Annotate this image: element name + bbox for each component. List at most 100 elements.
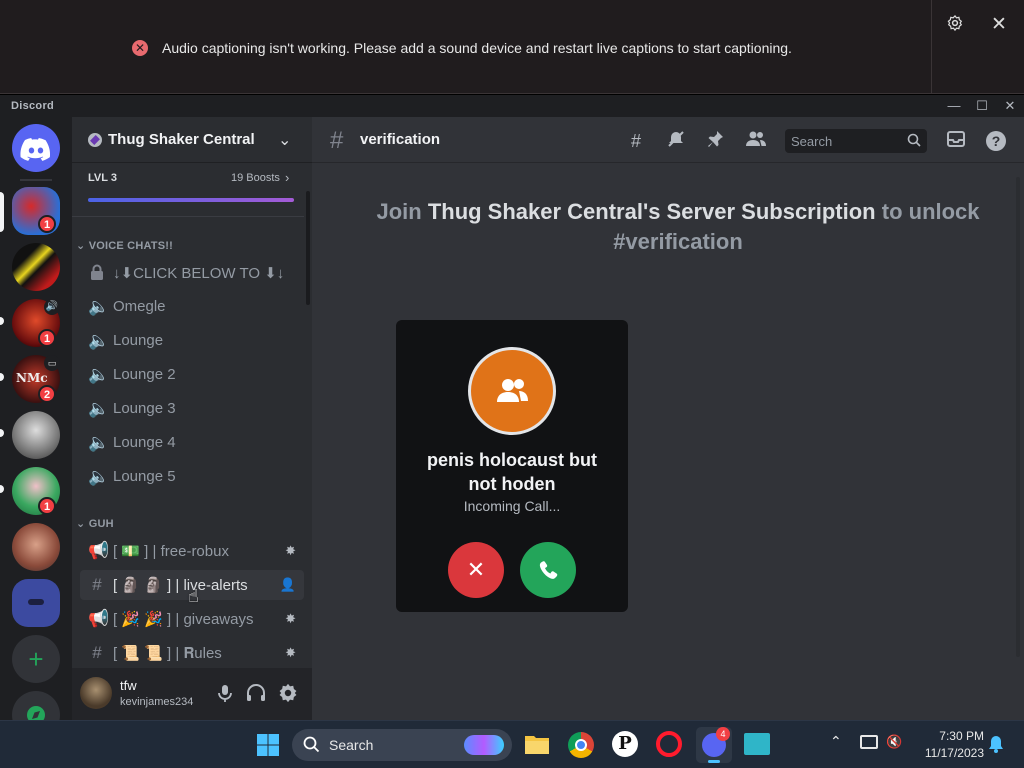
windows-taskbar: Search P 4 ⌃ 🔇 7:30 PM 11/17/2023 bbox=[0, 720, 1024, 768]
new-activity-icon: ✸ bbox=[285, 543, 296, 558]
close-window-button[interactable]: ✕ bbox=[996, 96, 1024, 116]
channel-label: | free-robux bbox=[152, 543, 229, 560]
lock-icon bbox=[88, 264, 106, 282]
display-icon[interactable] bbox=[860, 735, 878, 749]
microphone-icon[interactable] bbox=[214, 682, 236, 704]
chevron-down-icon: ⌄ bbox=[278, 132, 292, 149]
user-settings-gear-icon[interactable] bbox=[277, 682, 299, 704]
taskbar-search[interactable]: Search bbox=[292, 729, 512, 761]
speaker-icon: 🔈 bbox=[88, 331, 110, 350]
minimize-button[interactable]: — bbox=[940, 96, 968, 116]
headphones-icon[interactable] bbox=[245, 682, 267, 704]
caption-close-icon[interactable]: ✕ bbox=[991, 13, 1007, 36]
accept-call-button[interactable] bbox=[520, 542, 576, 598]
maximize-button[interactable]: ☐ bbox=[968, 96, 996, 116]
decline-call-button[interactable]: ✕ bbox=[448, 542, 504, 598]
clock-date[interactable]: 11/17/2023 bbox=[906, 746, 984, 760]
discord-badge: 4 bbox=[716, 727, 730, 741]
join-channel: #verification bbox=[613, 229, 743, 254]
hand-cursor-icon: ☝ bbox=[188, 586, 199, 606]
speaker-icon: 🔈 bbox=[88, 399, 110, 418]
boost-progress[interactable]: LVL 3 19 Boosts › bbox=[72, 163, 312, 217]
home-button[interactable] bbox=[12, 124, 60, 172]
add-server-button[interactable]: + bbox=[12, 635, 60, 683]
discord-taskbar-button[interactable]: 4 bbox=[696, 727, 732, 763]
volume-muted-icon[interactable]: 🔇 bbox=[886, 734, 902, 750]
rail-divider bbox=[20, 179, 52, 181]
channel-label: Lounge bbox=[113, 332, 164, 349]
channel-label: Lounge 4 bbox=[113, 434, 176, 451]
speaker-icon: 🔈 bbox=[88, 433, 110, 452]
server-icon-8[interactable] bbox=[12, 579, 60, 627]
screen-share-icon: ▭ bbox=[44, 355, 60, 371]
start-button[interactable] bbox=[256, 733, 280, 757]
voice-channel-lounge-2[interactable]: 🔈 Lounge 2 bbox=[80, 360, 304, 390]
channel-label-wrap: [ 📜 📜 ] | 𝐑ules bbox=[113, 644, 222, 662]
server-icon-2[interactable] bbox=[12, 243, 60, 291]
threads-icon[interactable]: # bbox=[624, 129, 648, 153]
main-scrollbar-track[interactable] bbox=[1016, 177, 1020, 657]
server-header[interactable]: Thug Shaker Central ⌄ bbox=[72, 117, 312, 163]
windows-logo-icon bbox=[257, 734, 279, 756]
channel-prefix: [ 🎉 🎉 ] bbox=[113, 611, 172, 628]
running-indicator bbox=[708, 760, 720, 763]
server-icon-7[interactable] bbox=[12, 523, 60, 571]
voice-channel-lounge-3[interactable]: 🔈 Lounge 3 bbox=[80, 394, 304, 424]
speaker-icon: 🔊 bbox=[44, 299, 60, 315]
voice-channel-omegle[interactable]: 🔈 Omegle bbox=[80, 292, 304, 322]
close-icon: ✕ bbox=[466, 557, 486, 582]
channel-click-below[interactable]: ↓⬇CLICK BELOW TO ⬇↓ bbox=[80, 258, 304, 288]
voice-channel-lounge[interactable]: 🔈 Lounge bbox=[80, 326, 304, 356]
member-list-icon[interactable] bbox=[744, 129, 768, 153]
notification-mute-icon[interactable] bbox=[664, 129, 688, 153]
pin-icon[interactable] bbox=[703, 129, 727, 153]
voice-channel-lounge-5[interactable]: 🔈 Lounge 5 bbox=[80, 462, 304, 492]
channel-giveaways[interactable]: 📢 [ 🎉 🎉 ] | giveaways ✸ bbox=[80, 604, 304, 634]
channel-free-robux[interactable]: 📢 [ 💵 ] | free-robux ✸ bbox=[80, 536, 304, 566]
avatar[interactable] bbox=[80, 677, 112, 709]
inbox-icon[interactable] bbox=[944, 129, 968, 153]
unread-badge: 2 bbox=[38, 385, 56, 403]
search-input[interactable]: Search bbox=[785, 129, 927, 153]
show-hidden-icons-chevron-icon[interactable]: ⌃ bbox=[830, 733, 842, 750]
unread-badge: 1 bbox=[38, 215, 56, 233]
invite-member-icon[interactable]: 👤 bbox=[280, 577, 296, 593]
divider bbox=[72, 216, 304, 217]
boost-level: LVL 3 bbox=[88, 172, 117, 184]
announcement-icon: 📢 bbox=[88, 541, 110, 560]
new-activity-icon: ✸ bbox=[285, 645, 296, 660]
user-username: kevinjames234 bbox=[120, 696, 194, 708]
channel-prefix: [ 🗿 🗿 ] bbox=[113, 577, 172, 594]
clock-time[interactable]: 7:30 PM bbox=[914, 729, 984, 743]
chrome-icon[interactable] bbox=[568, 732, 594, 758]
unread-pill bbox=[0, 485, 4, 493]
user-display-name: tfw bbox=[120, 678, 137, 693]
channel-label: ↓⬇CLICK BELOW TO ⬇↓ bbox=[113, 265, 285, 282]
badge-gem bbox=[90, 135, 100, 145]
search-icon bbox=[303, 736, 320, 758]
channel-label-wrap: [ 💵 ] | free-robux bbox=[113, 542, 229, 560]
join-server: Thug Shaker Central's Server Subscriptio… bbox=[427, 199, 876, 224]
unread-pill bbox=[0, 373, 4, 381]
channel-label: Lounge 2 bbox=[113, 366, 176, 383]
caption-settings-gear-icon[interactable] bbox=[946, 14, 964, 37]
file-explorer-icon[interactable] bbox=[524, 732, 550, 756]
channel-rules[interactable]: # [ 📜 📜 ] | 𝐑ules ✸ bbox=[80, 638, 304, 668]
taskbar-search-label: Search bbox=[329, 737, 374, 753]
app-screen-icon[interactable] bbox=[744, 733, 770, 755]
notification-bell-icon[interactable] bbox=[988, 735, 1004, 758]
help-icon[interactable]: ? bbox=[984, 129, 1008, 153]
server-rail: 1 🔊 1 NMc ▭ 2 1 + bbox=[0, 117, 72, 720]
call-status: Incoming Call... bbox=[463, 498, 561, 514]
category-guh[interactable]: ⌄ GUH bbox=[76, 517, 114, 530]
app-p-icon[interactable]: P bbox=[612, 731, 638, 757]
sidebar-scrollbar[interactable] bbox=[306, 191, 310, 305]
unread-badge: 1 bbox=[38, 329, 56, 347]
caller-name: penis holocaust but not hoden bbox=[426, 450, 597, 494]
opera-icon[interactable] bbox=[656, 731, 682, 757]
server-icon-5[interactable] bbox=[12, 411, 60, 459]
explore-button[interactable] bbox=[12, 691, 60, 720]
category-voice-chats[interactable]: ⌄ VOICE CHATS!! bbox=[76, 239, 173, 252]
voice-channel-lounge-4[interactable]: 🔈 Lounge 4 bbox=[80, 428, 304, 458]
unread-badge: 1 bbox=[38, 497, 56, 515]
